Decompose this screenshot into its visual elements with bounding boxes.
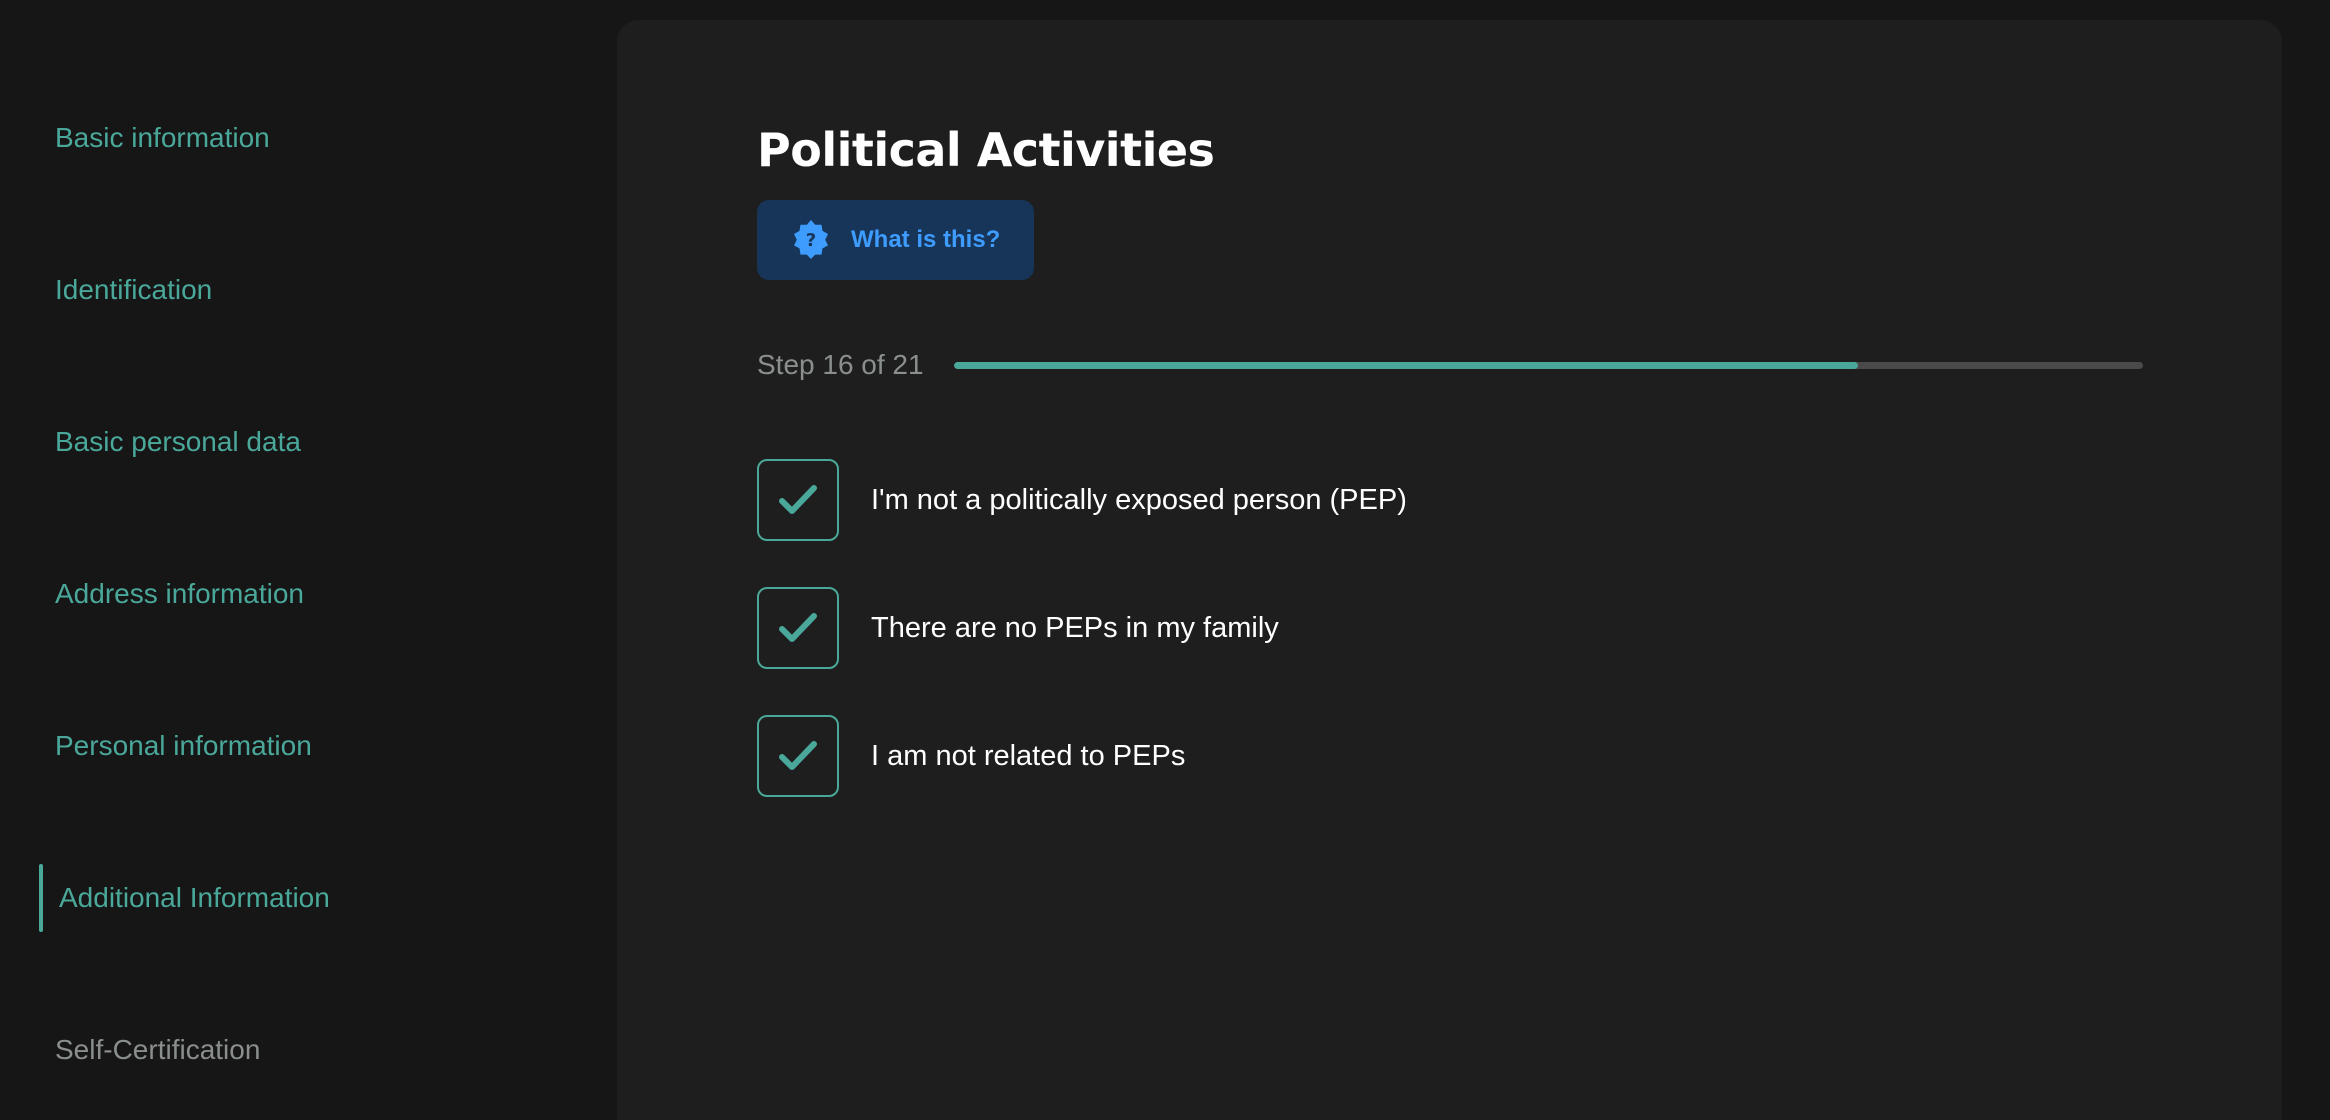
sidebar-item-identification[interactable]: Identification — [39, 256, 212, 324]
what-is-this-button[interactable]: ? What is this? — [757, 200, 1034, 280]
what-is-this-label: What is this? — [851, 226, 1001, 253]
active-indicator — [39, 864, 43, 932]
checkbox[interactable] — [757, 459, 839, 541]
checkbox-label: I am not related to PEPs — [871, 739, 1186, 772]
sidebar-item-self-certification[interactable]: Self-Certification — [39, 1016, 260, 1084]
checkmark-icon — [779, 485, 817, 514]
sidebar-item-label: Self-Certification — [55, 1034, 261, 1065]
sidebar-item-label: Personal information — [55, 730, 312, 761]
sidebar-item-label: Basic information — [55, 122, 270, 153]
svg-text:?: ? — [806, 230, 816, 251]
app-root: Basic information Identification Basic p… — [0, 0, 2330, 1120]
progress-track — [954, 361, 2143, 369]
checkbox-row-no-pep-family[interactable]: There are no PEPs in my family — [757, 587, 1279, 669]
checkbox-row-not-related-pep[interactable]: I am not related to PEPs — [757, 715, 1186, 797]
step-counter: Step 16 of 21 — [757, 349, 924, 380]
page-title: Political Activities — [757, 123, 1215, 177]
sidebar-item-address-information[interactable]: Address information — [39, 560, 304, 628]
sidebar-item-basic-personal-data[interactable]: Basic personal data — [39, 408, 301, 476]
checkbox-row-not-pep[interactable]: I'm not a politically exposed person (PE… — [757, 459, 1407, 541]
question-badge-icon: ? — [791, 219, 831, 262]
step-progress: Step 16 of 21 — [757, 340, 2143, 390]
progress-fill — [954, 361, 1858, 369]
sidebar-item-label: Identification — [55, 274, 213, 305]
checkbox[interactable] — [757, 587, 839, 669]
checkbox[interactable] — [757, 715, 839, 797]
sidebar-item-label: Additional Information — [59, 882, 330, 913]
checkbox-label: There are no PEPs in my family — [871, 611, 1279, 644]
sidebar-item-label: Basic personal data — [55, 426, 301, 457]
checkbox-label: I'm not a politically exposed person (PE… — [871, 483, 1407, 516]
sidebar-item-personal-information[interactable]: Personal information — [39, 712, 312, 780]
sidebar-item-additional-information[interactable]: Additional Information — [39, 864, 330, 932]
sidebar-item-basic-information[interactable]: Basic information — [39, 104, 270, 172]
checkmark-icon — [779, 613, 817, 642]
main-card: Political Activities ? What is this? Ste… — [617, 20, 2282, 1120]
sidebar: Basic information Identification Basic p… — [0, 0, 600, 1120]
sidebar-item-label: Address information — [55, 578, 305, 609]
checkmark-icon — [779, 741, 817, 770]
